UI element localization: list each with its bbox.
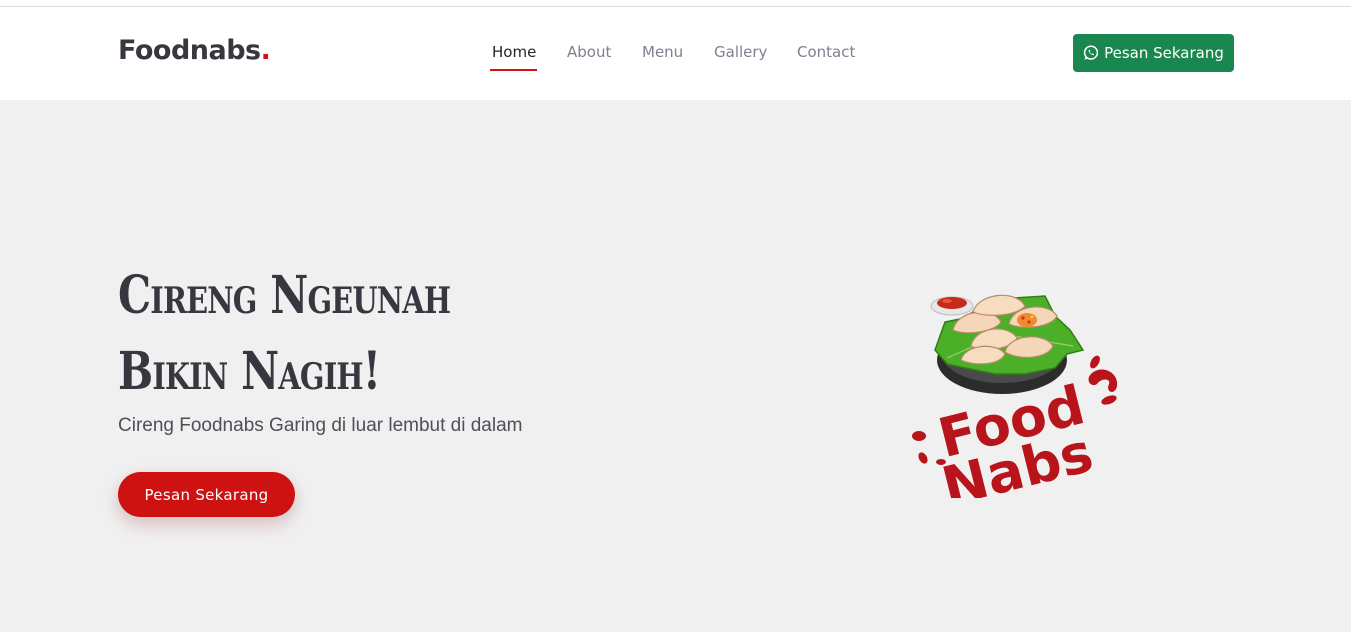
hero-order-button[interactable]: Pesan Sekarang [118, 472, 295, 517]
nav-link-about[interactable]: About [567, 43, 611, 73]
logo-dot: . [260, 35, 271, 66]
hero-title-line-1: Cireng Ngeunah [118, 265, 451, 326]
page: Foodnabs. Home About Menu Gallery Contac… [0, 0, 1354, 632]
whatsapp-icon [1083, 45, 1099, 61]
header-order-label: Pesan Sekarang [1104, 44, 1224, 62]
foodnabs-logo-image: Food Nabs [905, 288, 1127, 519]
hero-section: Cireng Ngeunah Bikin Nagih! Cireng Foodn… [0, 100, 1351, 632]
hero-subtitle: Cireng Foodnabs Garing di luar lembut di… [118, 415, 523, 436]
nav-active-underline [490, 69, 537, 71]
site-logo[interactable]: Foodnabs. [118, 35, 271, 66]
hero-title-line-2: Bikin Nagih! [118, 341, 381, 402]
header-order-button[interactable]: Pesan Sekarang [1073, 34, 1234, 72]
site-header: Foodnabs. Home About Menu Gallery Contac… [0, 7, 1351, 100]
nav-link-menu[interactable]: Menu [642, 43, 683, 73]
nav-link-gallery[interactable]: Gallery [714, 43, 767, 73]
nav-link-contact[interactable]: Contact [797, 43, 855, 73]
logo-text: Foodnabs [118, 35, 261, 66]
hero-title: Cireng Ngeunah Bikin Nagih! [118, 258, 451, 410]
